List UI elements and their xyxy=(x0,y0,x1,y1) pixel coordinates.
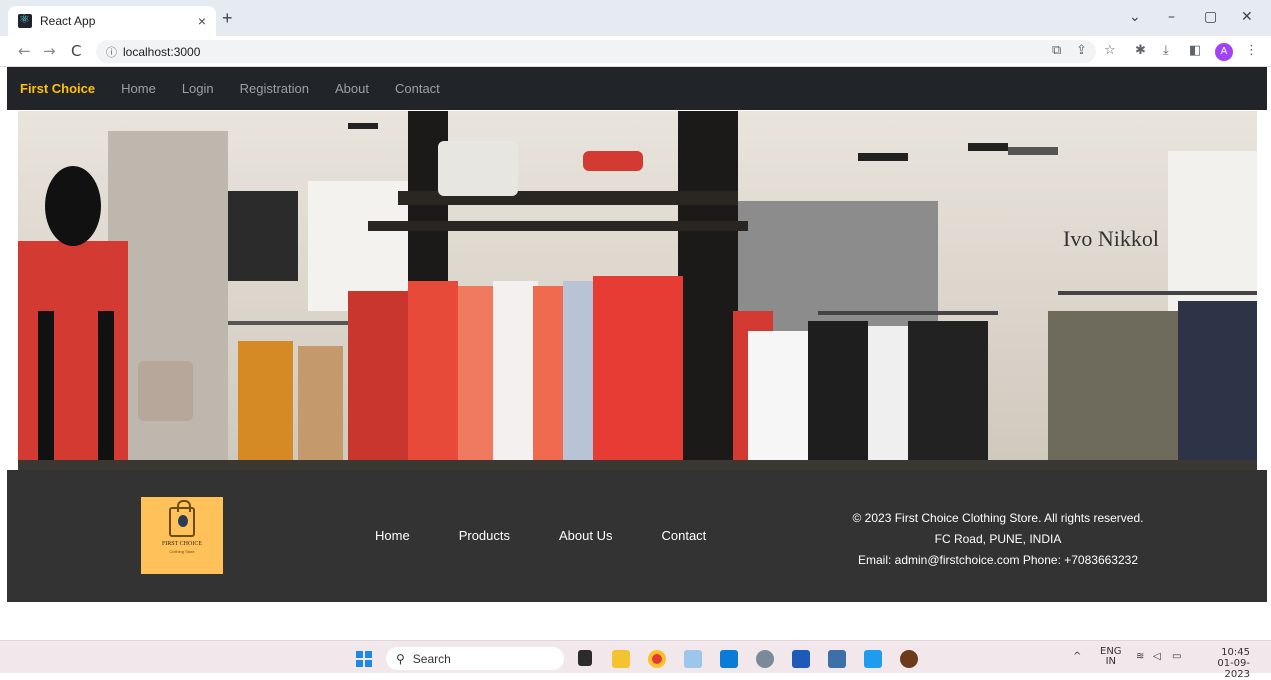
extensions-icon[interactable]: ✱ xyxy=(1135,43,1146,58)
taskbar-search-label: Search xyxy=(412,651,451,666)
desktop-icon[interactable] xyxy=(720,650,738,668)
hero-image: Ivo Nikkol xyxy=(18,111,1257,470)
language-indicator[interactable]: ENG IN xyxy=(1100,647,1122,667)
close-window-button[interactable]: ✕ xyxy=(1241,9,1253,25)
nav-login[interactable]: Login xyxy=(182,81,214,96)
other-icon[interactable] xyxy=(900,650,918,668)
volume-icon[interactable]: ◁ xyxy=(1153,651,1161,662)
minimize-button[interactable]: – xyxy=(1168,9,1175,25)
site-info-icon[interactable]: ⓘ xyxy=(106,44,117,60)
address-bar[interactable]: ⓘ localhost:3000 xyxy=(96,40,1096,63)
nav-home[interactable]: Home xyxy=(121,81,156,96)
new-tab-button[interactable]: + xyxy=(222,8,233,29)
windows-start-icon[interactable] xyxy=(356,651,372,667)
word-icon[interactable] xyxy=(792,650,810,668)
star-icon[interactable]: ☆ xyxy=(1104,43,1116,58)
store-sign: Ivo Nikkol xyxy=(1063,226,1159,251)
clock-time: 10:45 xyxy=(1221,647,1250,658)
nav-registration[interactable]: Registration xyxy=(240,81,309,96)
brand-link[interactable]: First Choice xyxy=(20,81,95,96)
language-bottom: IN xyxy=(1105,656,1116,667)
reload-button[interactable]: C xyxy=(71,42,81,60)
search-icon: ⚲ xyxy=(396,651,405,666)
logo-tagline: Clothing Store xyxy=(169,549,195,554)
footer-link-about-us[interactable]: About Us xyxy=(559,528,612,543)
logo-figure-icon xyxy=(178,515,188,527)
tab-close-icon[interactable]: × xyxy=(198,13,206,29)
file-explorer-icon[interactable] xyxy=(578,650,592,666)
chrome-icon[interactable] xyxy=(648,650,666,668)
browser-tab[interactable]: React App × xyxy=(8,6,216,36)
shopping-bag-icon xyxy=(169,500,195,537)
restore-button[interactable]: ▢ xyxy=(1204,9,1217,25)
site-footer: FIRST CHOICE Clothing Store Home Product… xyxy=(7,470,1267,602)
footer-logo[interactable]: FIRST CHOICE Clothing Store xyxy=(141,497,223,574)
settings-icon[interactable] xyxy=(756,650,774,668)
menu-icon[interactable]: ⋮ xyxy=(1245,43,1258,58)
taskbar-search[interactable]: ⚲ Search xyxy=(386,647,564,670)
nav-contact[interactable]: Contact xyxy=(395,81,440,96)
logo-name: FIRST CHOICE xyxy=(161,541,203,547)
tray-chevron-icon[interactable]: ^ xyxy=(1073,651,1081,662)
photos-icon[interactable] xyxy=(684,650,702,668)
clock-date: 01-09-2023 xyxy=(1217,658,1250,680)
tab-search-chevron-icon[interactable]: ⌄ xyxy=(1129,9,1141,25)
app-icon[interactable] xyxy=(828,650,846,668)
nav-about[interactable]: About xyxy=(335,81,369,96)
profile-avatar[interactable]: A xyxy=(1215,43,1233,61)
tab-title: React App xyxy=(40,14,96,28)
clock[interactable]: 10:45 01-09-2023 xyxy=(1200,647,1250,680)
footer-link-home[interactable]: Home xyxy=(375,528,410,543)
sidepanel-icon[interactable]: ◧ xyxy=(1189,43,1201,58)
browser-tabstrip: React App × + ⌄ – ▢ ✕ xyxy=(0,0,1271,36)
clothing-store-photo: Ivo Nikkol xyxy=(18,111,1257,470)
contact-text: Email: admin@firstchoice.com Phone: +708… xyxy=(857,553,1138,567)
url-text: localhost:3000 xyxy=(123,44,201,59)
site-navbar: First Choice Home Login Registration Abo… xyxy=(7,67,1267,110)
footer-link-contact[interactable]: Contact xyxy=(661,528,706,543)
footer-links: Home Products About Us Contact xyxy=(375,528,755,543)
install-icon[interactable]: ⧉ xyxy=(1052,43,1061,58)
download-icon[interactable]: ⤓ xyxy=(1163,43,1169,58)
vscode-icon[interactable] xyxy=(864,650,882,668)
folder-icon[interactable] xyxy=(612,650,630,668)
address-text: FC Road, PUNE, INDIA xyxy=(934,532,1062,546)
share-icon[interactable]: ⇪ xyxy=(1076,43,1087,58)
footer-link-products[interactable]: Products xyxy=(459,528,510,543)
windows-taskbar: ⚲ Search ^ ENG IN ≋ ◁ ▭ 10:45 01-09-2023 xyxy=(0,640,1271,680)
back-button[interactable]: ← xyxy=(18,42,31,60)
battery-icon[interactable]: ▭ xyxy=(1172,651,1181,662)
browser-toolbar: ← → C ⓘ localhost:3000 ⧉ ⇪ ☆ ✱ ⤓ ◧ A ⋮ xyxy=(0,36,1271,67)
copyright-text: © 2023 First Choice Clothing Store. All … xyxy=(852,511,1144,525)
footer-info: © 2023 First Choice Clothing Store. All … xyxy=(833,508,1163,571)
wifi-icon[interactable]: ≋ xyxy=(1136,651,1144,662)
react-icon xyxy=(18,12,32,28)
forward-button[interactable]: → xyxy=(43,42,56,60)
